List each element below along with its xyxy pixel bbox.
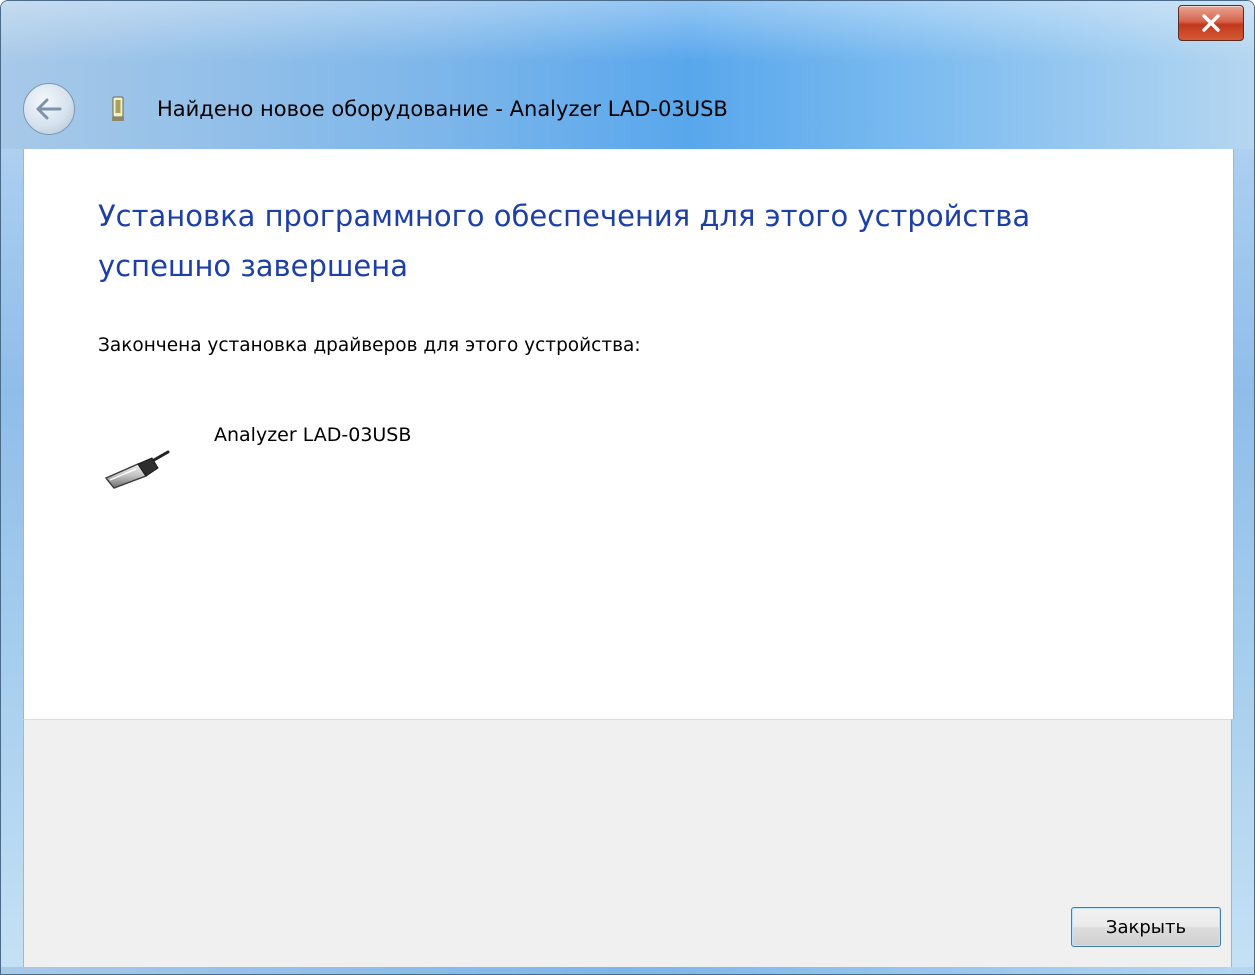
- device-manager-icon: [109, 95, 127, 123]
- window-bottom-border: [1, 967, 1254, 974]
- page-heading: Установка программного обеспечения для э…: [98, 199, 1031, 283]
- close-button[interactable]: Закрыть: [1071, 907, 1221, 947]
- window-title: Найдено новое оборудование - Analyzer LA…: [157, 97, 728, 121]
- dialog-window: Найдено новое оборудование - Analyzer LA…: [0, 0, 1255, 975]
- close-icon: [1202, 14, 1220, 32]
- button-bar: Закрыть: [23, 719, 1232, 969]
- content-panel: Установка программного обеспечения для э…: [23, 149, 1234, 719]
- device-name: Analyzer LAD-03USB: [214, 424, 412, 446]
- back-button[interactable]: [23, 83, 75, 135]
- usb-connector-icon: [104, 450, 170, 489]
- arrow-left-icon: [36, 98, 62, 120]
- navigation-row: Найдено новое оборудование - Analyzer LA…: [23, 81, 728, 137]
- button-bar-inner: Закрыть: [24, 720, 1231, 968]
- title-bar: Найдено новое оборудование - Analyzer LA…: [1, 1, 1254, 149]
- window-close-button[interactable]: [1178, 5, 1244, 41]
- description-text: Закончена установка драйверов для этого …: [98, 335, 641, 356]
